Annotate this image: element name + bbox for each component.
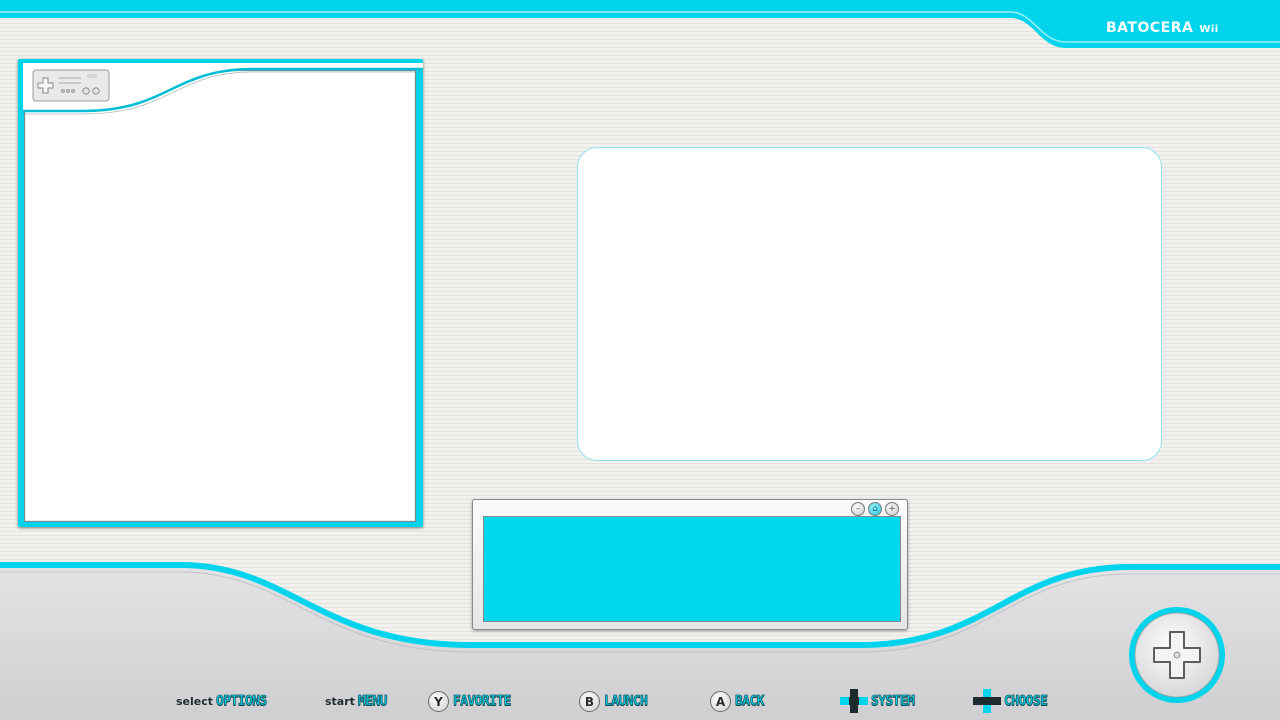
help-launch[interactable]: B LAUNCH (579, 688, 649, 714)
help-label-choose: CHOOSE (1004, 693, 1049, 709)
system-name: Wii (1199, 24, 1219, 35)
dpad-horizontal-icon (840, 689, 868, 713)
brand-name: BATOCERA (1106, 20, 1194, 36)
help-favorite[interactable]: Y FAVORITE (428, 688, 512, 714)
brand-title: BATOCERA Wii (1106, 20, 1219, 36)
wii-remote-icon (32, 69, 110, 102)
help-prefix-select: select (176, 694, 214, 708)
home-icon[interactable]: ⌂ (868, 502, 882, 516)
help-menu[interactable]: start MENU (325, 688, 388, 714)
help-back[interactable]: A BACK (710, 688, 765, 714)
dpad-vertical-icon (973, 689, 1001, 713)
description-body (483, 516, 901, 622)
help-label-back: BACK (735, 693, 765, 709)
game-cover-image (24, 70, 416, 522)
help-choose[interactable]: CHOOSE (972, 688, 1049, 714)
y-button-icon: Y (428, 690, 449, 712)
b-button-icon: B (579, 690, 600, 712)
help-bar: select OPTIONS start MENU Y FAVORITE B L… (0, 688, 1280, 714)
help-system[interactable]: SYSTEM (839, 688, 916, 714)
help-options[interactable]: select OPTIONS (176, 688, 268, 714)
help-label-favorite: FAVORITE (453, 693, 512, 709)
top-bar (0, 0, 1280, 48)
minus-icon[interactable]: – (851, 502, 865, 516)
help-label-launch: LAUNCH (604, 693, 649, 709)
help-label-menu: MENU (357, 693, 388, 709)
window-controls: – ⌂ + (851, 502, 899, 516)
help-label-options: OPTIONS (216, 693, 268, 709)
help-label-system: SYSTEM (871, 693, 916, 709)
description-window: – ⌂ + (472, 499, 908, 630)
a-button-icon: A (710, 690, 731, 712)
plus-icon[interactable]: + (885, 502, 899, 516)
video-preview-panel (577, 147, 1162, 461)
game-cover-panel (18, 59, 423, 527)
help-prefix-start: start (325, 694, 355, 708)
